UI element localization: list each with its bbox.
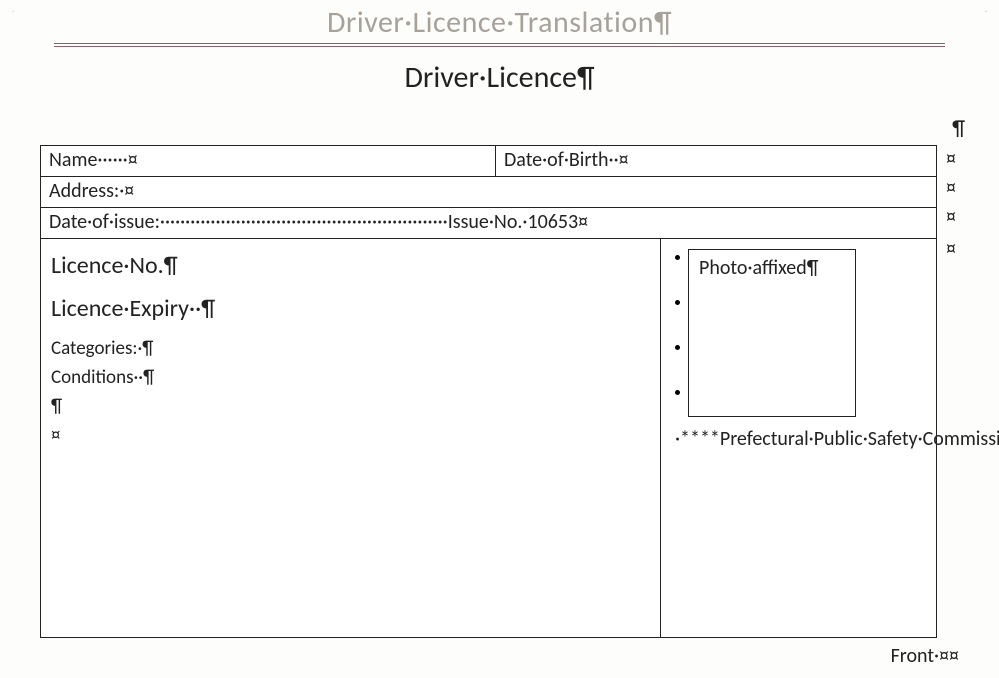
conditions-label: Conditions··¶ xyxy=(51,366,650,389)
document-subtitle: Driver·Licence¶ xyxy=(0,59,999,96)
footer-front-label: Front·¤¤ xyxy=(0,644,959,668)
licence-table: Name······¤ Date·of·Birth··¤ Address:·¤ … xyxy=(40,145,937,638)
categories-label: Categories:·¶ xyxy=(51,337,650,360)
bullet-dot xyxy=(675,345,680,350)
document-header-title: Driver·Licence·Translation¶ xyxy=(0,4,999,41)
licence-table-wrap: Name······¤ Date·of·Birth··¤ Address:·¤ … xyxy=(40,145,959,638)
bullet-dot xyxy=(675,255,680,260)
cell-name: Name······¤ xyxy=(41,146,496,177)
row-end-mark: ¤ xyxy=(946,147,956,171)
row-address: Address:·¤ xyxy=(41,177,937,208)
photo-affixed-label: Photo·affixed¶ xyxy=(699,256,818,280)
licence-expiry-label: Licence·Expiry··¶ xyxy=(51,294,650,323)
bullet-dot xyxy=(675,390,680,395)
bullet-dot xyxy=(675,300,680,305)
row-body: Licence·No.¶ Licence·Expiry··¶ Categorie… xyxy=(41,239,937,638)
crop-mark-top-left: ˙ xyxy=(12,8,14,21)
cell-licence-details: Licence·No.¶ Licence·Expiry··¶ Categorie… xyxy=(41,239,661,638)
paragraph-mark: ¶ xyxy=(0,114,965,141)
licence-no-label: Licence·No.¶ xyxy=(51,251,650,280)
row-end-mark: ¤ xyxy=(946,176,956,200)
title-underline xyxy=(54,43,945,47)
row-end-mark: ¤ xyxy=(946,237,956,261)
cell-address: Address:·¤ xyxy=(41,177,937,208)
commission-text: ·****Prefectural·Public·Safety·Commissio… xyxy=(675,425,922,453)
row-issue: Date·of·issue:··························… xyxy=(41,208,937,239)
row-end-mark: ¤ xyxy=(946,205,956,229)
empty-cell-mark: ¤ xyxy=(51,424,650,447)
document-page: ˙ ˙ Driver·Licence·Translation¶ Driver·L… xyxy=(0,0,999,678)
cell-issue: Date·of·issue:··························… xyxy=(41,208,937,239)
empty-paragraph: ¶ xyxy=(51,395,650,418)
row-name-dob: Name······¤ Date·of·Birth··¤ xyxy=(41,146,937,177)
cell-dob: Date·of·Birth··¤ xyxy=(496,146,937,177)
photo-placeholder-box: Photo·affixed¶ xyxy=(688,249,856,417)
cell-photo-commission: Photo·affixed¶ ·****Prefectural·Public·S… xyxy=(661,239,937,638)
bullet-column xyxy=(675,249,680,395)
crop-mark-top-right: ˙ xyxy=(985,8,987,21)
